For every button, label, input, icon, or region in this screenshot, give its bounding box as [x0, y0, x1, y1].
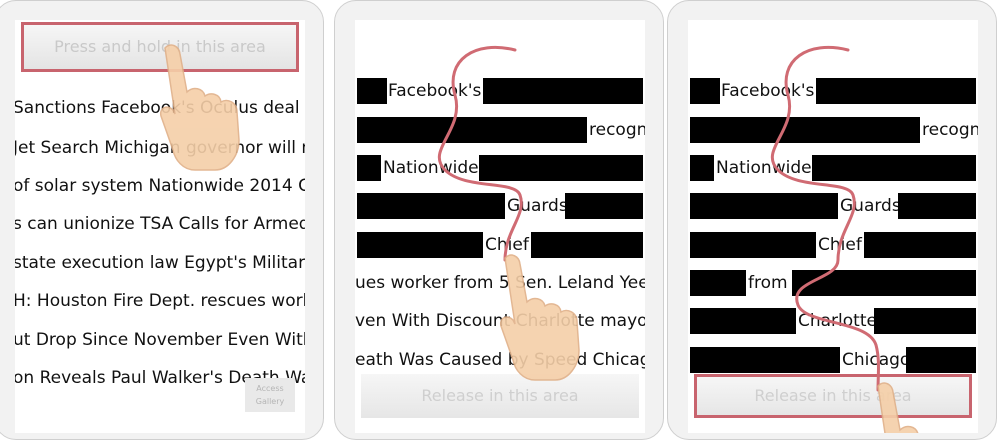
revealed-word: Guards [840, 196, 901, 216]
release-area[interactable]: Release in this area [361, 374, 639, 418]
headline-line: of solar system Nationwide 2014 Cou [15, 176, 305, 196]
redaction-bar [690, 155, 714, 181]
headline-line: Jet Search Michigan governor will no [15, 138, 305, 158]
headline-line: s can unionize TSA Calls for Armed Gu [15, 214, 305, 234]
revealed-word: Guards [507, 196, 568, 216]
redaction-bar [531, 232, 643, 258]
redaction-bar [357, 78, 387, 104]
redaction-bar [906, 347, 976, 373]
redaction-bar [898, 193, 976, 219]
redaction-bar [357, 117, 587, 143]
redaction-bar [479, 155, 643, 181]
press-hold-area[interactable]: Press and hold in this area [21, 22, 299, 72]
redaction-bar [690, 193, 838, 219]
redaction-bar [565, 193, 643, 219]
redaction-bar [483, 78, 643, 104]
headline-line: Sanctions Facebook's Oculus deal so [15, 98, 305, 118]
redaction-bar [690, 232, 816, 258]
redaction-bar [864, 232, 976, 258]
headline-line: ues worker from 5 Sen. Leland Yee's a [355, 273, 645, 293]
revealed-word: Nationwide [716, 158, 812, 178]
revealed-word: Charlotte [798, 311, 877, 331]
redaction-bar [874, 308, 976, 334]
revealed-word: Chicago [842, 350, 911, 370]
screen: Facebook's recogn Nationwide Guards Chie… [355, 20, 645, 433]
revealed-word: recogn [589, 120, 645, 140]
redaction-bar [690, 78, 720, 104]
tablet-panel-swipe: Facebook's recogn Nationwide Guards Chie… [334, 0, 664, 440]
headline-line: ut Drop Since November Even With D [15, 330, 305, 350]
release-area[interactable]: Release in this area [694, 374, 972, 418]
access-gallery-button[interactable]: Access Gallery [245, 378, 295, 412]
revealed-word: Facebook's [721, 81, 815, 101]
tablet-panel-release: Facebook's recogn Nationwide Guards Chie… [667, 0, 997, 440]
revealed-word: Chief [485, 235, 529, 255]
headline-line: ven With Discount Charlotte mayor a [355, 311, 645, 331]
redaction-bar [792, 270, 976, 296]
tablet-panel-press: Press and hold in this area Sanctions Fa… [0, 0, 324, 440]
headline-line: eath Was Caused by Speed Chicago t [355, 350, 645, 370]
revealed-word: Chief [818, 235, 862, 255]
screen: Press and hold in this area Sanctions Fa… [15, 20, 305, 433]
redaction-bar [690, 347, 840, 373]
redaction-bar [357, 193, 505, 219]
redaction-bar [357, 232, 483, 258]
redaction-bar [690, 270, 746, 296]
redaction-bar [690, 117, 920, 143]
revealed-word: from [748, 273, 788, 293]
redaction-bar [816, 78, 976, 104]
headline-line: state execution law Egypt's Military C [15, 253, 305, 273]
revealed-word: Nationwide [383, 158, 479, 178]
revealed-word: Facebook's [388, 81, 482, 101]
redaction-bar [357, 155, 381, 181]
revealed-word: recogn [922, 120, 978, 140]
redaction-bar [690, 308, 796, 334]
headline-line: H: Houston Fire Dept. rescues worker [15, 291, 305, 311]
redaction-bar [812, 155, 976, 181]
screen: Facebook's recogn Nationwide Guards Chie… [688, 20, 978, 433]
